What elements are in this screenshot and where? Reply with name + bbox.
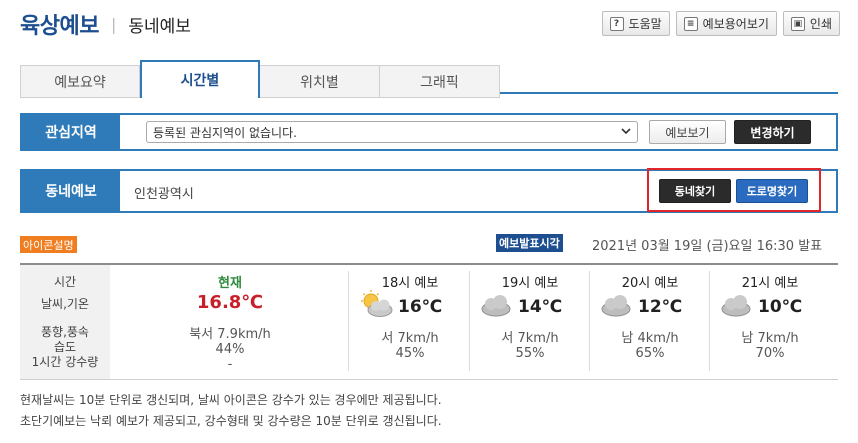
- interest-area-label: 관심지역: [22, 115, 120, 149]
- book-icon: ≡: [683, 16, 698, 31]
- forecast-temp: 14℃: [518, 297, 563, 317]
- forecast-table: 시간 날씨,기온 풍향,풍속 습도 1시간 강수량 현재 16.8℃ 북서 7.…: [20, 263, 838, 380]
- forecast-humidity: 45%: [395, 346, 425, 361]
- page-header: 육상예보 | 동네예보: [20, 8, 191, 40]
- dongne-forecast-panel: 동네예보 인천광역시 동네찾기 도로명찾기: [20, 168, 838, 213]
- forecast-temp: 10℃: [758, 297, 803, 317]
- current-humidity: 44%: [215, 342, 245, 357]
- forecast-humidity: 70%: [755, 346, 785, 361]
- current-temp: 16.8℃: [196, 292, 264, 313]
- forecast-column: 18시 예보 16℃ 서 7km/h 45%: [350, 265, 470, 379]
- page-title: 육상예보: [20, 14, 99, 39]
- cloudy-icon: [601, 295, 631, 317]
- help-button-label: 도움말: [628, 17, 662, 31]
- change-button[interactable]: 변경하기: [734, 120, 811, 144]
- forecast-temp: 16℃: [398, 297, 443, 317]
- row-labels: 시간 날씨,기온 풍향,풍속 습도 1시간 강수량: [20, 265, 110, 379]
- row-label-wind: 풍향,풍속: [41, 325, 89, 339]
- row-label-time: 시간: [53, 275, 77, 289]
- tab-bar: 예보요약 시간별 위치별 그래픽: [20, 60, 500, 98]
- forecast-column: 19시 예보 14℃ 서 7km/h 55%: [470, 265, 590, 379]
- print-button[interactable]: ▣ 인쇄: [782, 11, 840, 36]
- page-subtitle: 동네예보: [128, 16, 191, 37]
- chevron-down-icon: [621, 128, 631, 135]
- tab-location[interactable]: 위치별: [260, 65, 380, 98]
- row-label-humidity: 습도: [53, 340, 77, 354]
- forecast-wind: 서 7km/h: [501, 331, 559, 346]
- note-line: 초단기예보는 낙뢰 예보가 제공되고, 강수형태 및 강수량은 10분 단위로 …: [20, 414, 442, 428]
- forecast-notes: 현재날씨는 10분 단위로 갱신되며, 날씨 아이콘은 강수가 있는 경우에만 …: [20, 390, 442, 432]
- partly-cloudy-icon: [361, 290, 393, 317]
- forecast-temp: 12℃: [638, 297, 683, 317]
- forecast-wind: 서 7km/h: [381, 331, 439, 346]
- title-separator: |: [110, 14, 117, 34]
- cloudy-icon: [481, 295, 511, 317]
- tab-graphic[interactable]: 그래픽: [380, 65, 500, 98]
- interest-area-select[interactable]: 등록된 관심지역이 없습니다.: [146, 121, 638, 143]
- glossary-button[interactable]: ≡ 예보용어보기: [675, 11, 777, 36]
- announce-time-badge: 예보발표시각: [496, 234, 563, 252]
- forecast-humidity: 65%: [635, 346, 665, 361]
- column-divider: [348, 271, 349, 371]
- selected-region: 인천광역시: [134, 187, 194, 202]
- forecast-wind: 남 4km/h: [621, 331, 679, 346]
- find-road-button[interactable]: 도로명찾기: [736, 179, 808, 203]
- glossary-button-label: 예보용어보기: [702, 17, 769, 31]
- note-line: 현재날씨는 10분 단위로 갱신되며, 날씨 아이콘은 강수가 있는 경우에만 …: [20, 393, 442, 407]
- current-wind: 북서 7.9km/h: [189, 327, 271, 342]
- interest-area-select-value: 등록된 관심지역이 없습니다.: [153, 125, 297, 140]
- view-forecast-button[interactable]: 예보보기: [649, 120, 726, 144]
- announce-time: 2021년 03월 19일 (금)요일 16:30 발표: [592, 239, 823, 254]
- forecast-column: 21시 예보 10℃ 남 7km/h 70%: [710, 265, 830, 379]
- question-icon: ?: [609, 16, 624, 31]
- current-title: 현재: [218, 276, 242, 291]
- print-icon: ▣: [790, 16, 805, 31]
- find-dong-button[interactable]: 동네찾기: [659, 179, 731, 203]
- forecast-humidity: 55%: [515, 346, 545, 361]
- interest-area-panel: 관심지역 등록된 관심지역이 없습니다. 예보보기 변경하기: [20, 113, 838, 151]
- icon-legend-button[interactable]: 아이콘설명: [20, 236, 77, 253]
- print-button-label: 인쇄: [809, 17, 832, 31]
- cloudy-icon: [721, 295, 751, 317]
- current-weather: 현재 16.8℃ 북서 7.9km/h 44% -: [140, 265, 320, 379]
- forecast-wind: 남 7km/h: [741, 331, 799, 346]
- tab-hourly[interactable]: 시간별: [140, 60, 260, 98]
- row-label-rain: 1시간 강수량: [31, 355, 99, 369]
- current-rain: -: [227, 357, 233, 372]
- dongne-forecast-label: 동네예보: [22, 171, 120, 211]
- help-button[interactable]: ? 도움말: [601, 11, 670, 36]
- forecast-column: 20시 예보 12℃ 남 4km/h 65%: [590, 265, 710, 379]
- top-toolbar: ? 도움말 ≡ 예보용어보기 ▣ 인쇄: [601, 11, 840, 36]
- tab-summary[interactable]: 예보요약: [20, 65, 140, 98]
- row-label-weather: 날씨,기온: [41, 297, 89, 311]
